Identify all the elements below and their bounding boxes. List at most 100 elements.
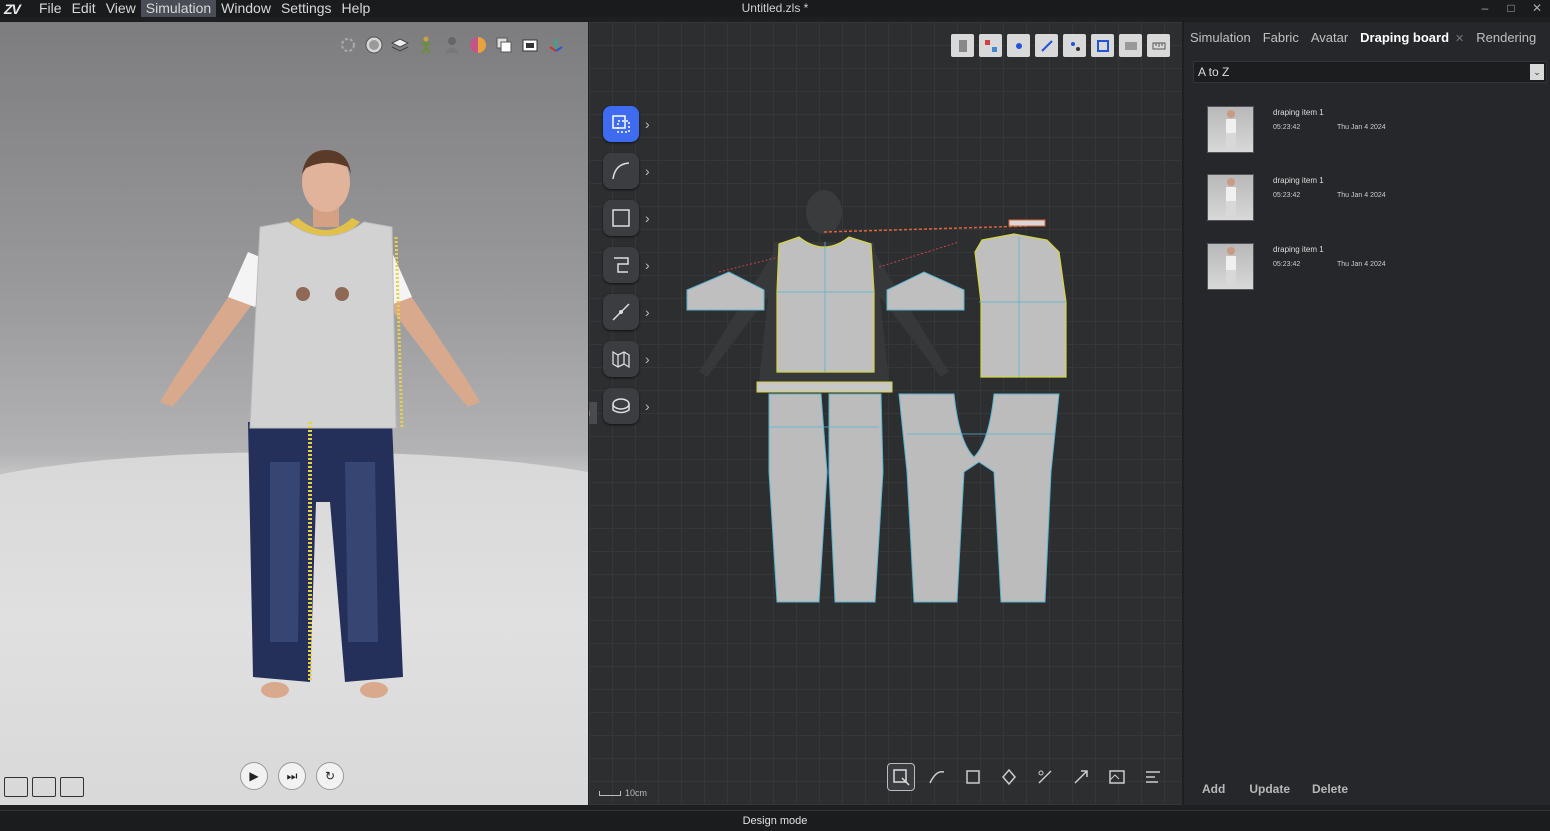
tab-avatar[interactable]: Avatar [1305, 22, 1354, 54]
menu-settings[interactable]: Settings [276, 0, 337, 17]
texture-icon[interactable] [468, 35, 488, 55]
show-texture-icon[interactable] [1119, 34, 1142, 57]
trace-tool[interactable] [959, 763, 987, 791]
scale-bar [599, 790, 621, 796]
ruler-icon[interactable] [1147, 34, 1170, 57]
wind-icon[interactable] [338, 35, 358, 55]
avatar-icon[interactable] [442, 35, 462, 55]
chevron-right-icon[interactable]: › [645, 304, 650, 320]
chevron-right-icon[interactable]: › [645, 257, 650, 273]
camera-icon[interactable] [520, 35, 540, 55]
draping-list-item[interactable]: draping item 1 05:23:42 Thu Jan 4 2024 [1207, 106, 1507, 156]
rectangle-tool[interactable] [603, 200, 639, 236]
texture-edit-tool[interactable] [1103, 763, 1131, 791]
pin-tool[interactable] [995, 763, 1023, 791]
draping-thumbnail [1207, 174, 1254, 221]
maximize-button[interactable]: □ [1498, 0, 1524, 17]
close-button[interactable]: ✕ [1524, 0, 1550, 17]
delete-button[interactable]: Delete [1312, 782, 1348, 796]
menu-simulation[interactable]: Simulation [140, 0, 217, 17]
draping-item-date: Thu Jan 4 2024 [1337, 192, 1386, 199]
draping-item-date: Thu Jan 4 2024 [1337, 261, 1386, 268]
menu-help[interactable]: Help [337, 0, 376, 17]
3d-corner-tools [4, 777, 84, 797]
add-button[interactable]: Add [1192, 782, 1227, 796]
avatar-pose-icon[interactable] [416, 35, 436, 55]
minimize-button[interactable]: – [1472, 0, 1498, 17]
chevron-down-icon[interactable]: ⌄ [1530, 64, 1544, 80]
draping-thumbnail [1207, 243, 1254, 290]
line-tool[interactable] [603, 294, 639, 330]
draping-board-actions: Add Update Delete [1192, 782, 1348, 796]
step-button[interactable]: ⏭ [278, 762, 306, 790]
select-transform-tool[interactable] [603, 106, 639, 142]
draping-thumbnail [1207, 106, 1254, 153]
chevron-right-icon[interactable]: › [645, 116, 650, 132]
status-bar: Design mode [0, 810, 1550, 831]
window-controls: – □ ✕ [1472, 0, 1550, 17]
play-button[interactable]: ▶ [240, 762, 268, 790]
menu-window[interactable]: Window [216, 0, 276, 17]
2d-left-toolbar: › › › › › › › [603, 106, 650, 424]
right-panel: Simulation Fabric Avatar Draping board ✕ … [1184, 22, 1550, 805]
show-baselines-icon[interactable] [1091, 34, 1114, 57]
draping-item-time: 05:23:42 [1273, 261, 1301, 268]
sewing-tool[interactable] [603, 247, 639, 283]
draping-item-date: Thu Jan 4 2024 [1337, 124, 1386, 131]
tab-rendering[interactable]: Rendering [1470, 22, 1542, 54]
simulation-playback: ▶ ⏭ ↻ [240, 762, 344, 790]
copy-icon[interactable] [494, 35, 514, 55]
pattern-pieces[interactable] [679, 182, 1079, 612]
2d-bottom-toolbar [887, 763, 1167, 791]
grade-icon[interactable] [979, 34, 1002, 57]
measure-tool[interactable] [603, 388, 639, 424]
3d-view-toolbar [338, 35, 566, 55]
menu-file[interactable]: File [34, 0, 67, 17]
menu-edit[interactable]: Edit [67, 0, 101, 17]
chevron-right-icon[interactable]: › [645, 210, 650, 226]
garment-icon[interactable] [951, 34, 974, 57]
sort-dropdown[interactable]: A to Z ⌄ [1193, 61, 1547, 83]
auto-arrange-tool[interactable] [1139, 763, 1167, 791]
show-points-alt-icon[interactable] [1063, 34, 1086, 57]
tab-fabric[interactable]: Fabric [1257, 22, 1305, 54]
app-window: ZV File Edit View Simulation Window Sett… [0, 0, 1550, 831]
chevron-right-icon[interactable]: › [645, 163, 650, 179]
tab-draping-board[interactable]: Draping board ✕ [1354, 22, 1470, 54]
show-points-icon[interactable] [1007, 34, 1030, 57]
zoom-image-icon[interactable] [32, 777, 56, 797]
draping-item-name: draping item 1 [1273, 176, 1324, 185]
app-logo: ZV [4, 0, 21, 17]
menu-bar: ZV File Edit View Simulation Window Sett… [0, 0, 1550, 17]
curve-tool[interactable] [603, 153, 639, 189]
sort-value: A to Z [1198, 65, 1230, 79]
3d-viewport[interactable]: ▶ ⏭ ↻ [0, 22, 588, 805]
draping-item-time: 05:23:42 [1273, 192, 1301, 199]
scale-indicator: 10cm [599, 788, 647, 798]
cut-tool[interactable] [1031, 763, 1059, 791]
draping-list-item[interactable]: draping item 1 05:23:42 Thu Jan 4 2024 [1207, 243, 1507, 293]
show-seams-icon[interactable] [1035, 34, 1058, 57]
fold-tool[interactable] [603, 341, 639, 377]
menu-view[interactable]: View [101, 0, 141, 17]
tab-simulation[interactable]: Simulation [1184, 22, 1257, 54]
screenshot-camera-icon[interactable] [60, 777, 84, 797]
snapshot-icon[interactable] [4, 777, 28, 797]
select-mesh-tool[interactable] [887, 763, 915, 791]
split-tool[interactable] [1067, 763, 1095, 791]
collapse-toolbar-tab[interactable]: ◂ [589, 402, 597, 424]
axis-icon[interactable] [546, 35, 566, 55]
draping-list-item[interactable]: draping item 1 05:23:42 Thu Jan 4 2024 [1207, 174, 1507, 224]
chevron-right-icon[interactable]: › [645, 351, 650, 367]
close-tab-icon[interactable]: ✕ [1455, 33, 1464, 45]
scale-label: 10cm [625, 788, 648, 798]
chevron-right-icon[interactable]: › [645, 398, 650, 414]
2d-pattern-viewport[interactable]: › › › › › › › ◂ [589, 22, 1182, 805]
layers-icon[interactable] [390, 35, 410, 55]
reset-button[interactable]: ↻ [316, 762, 344, 790]
update-button[interactable]: Update [1249, 782, 1290, 796]
draping-item-time: 05:23:42 [1273, 124, 1301, 131]
sphere-icon[interactable] [364, 35, 384, 55]
edit-curve-tool[interactable] [923, 763, 951, 791]
avatar-3d-figure[interactable] [120, 122, 540, 702]
